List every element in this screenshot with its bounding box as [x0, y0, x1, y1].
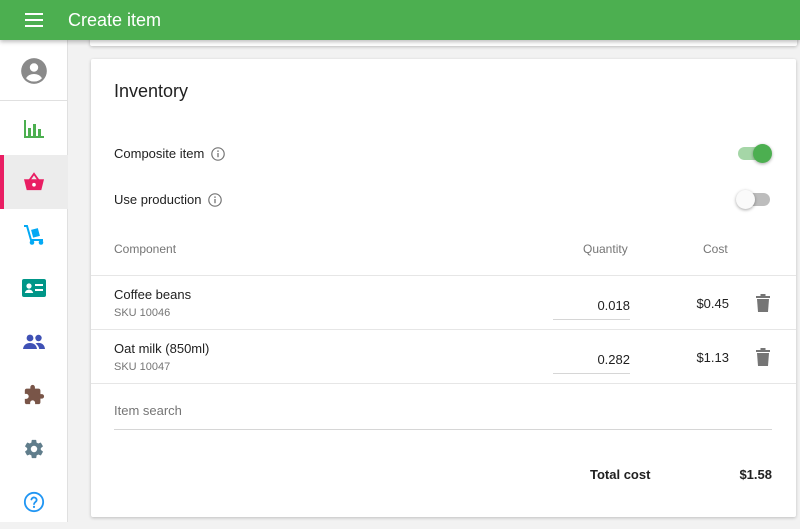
component-cost: $0.45	[696, 296, 729, 311]
people-icon	[23, 334, 45, 349]
account-circle-icon	[21, 58, 47, 84]
row-divider	[91, 329, 796, 330]
row-divider	[91, 383, 796, 384]
help-circle-icon	[23, 491, 45, 513]
column-header-cost: Cost	[703, 242, 728, 256]
delete-component-button[interactable]	[753, 346, 773, 368]
total-cost-value: $1.58	[739, 467, 772, 482]
trash-icon	[756, 294, 770, 312]
quantity-input[interactable]: 0.018	[553, 292, 630, 320]
component-name: Coffee beans	[114, 287, 192, 302]
app-bar: Create item	[0, 0, 800, 40]
sidebar-item-integrations[interactable]	[0, 368, 68, 422]
composite-item-setting: Composite item	[114, 146, 226, 161]
menu-button[interactable]	[0, 0, 68, 40]
inventory-card: Inventory Composite item Use production	[91, 59, 796, 517]
id-card-icon	[22, 279, 46, 297]
item-search-input[interactable]	[114, 392, 772, 430]
row-divider	[91, 275, 796, 276]
inventory-title: Inventory	[114, 81, 189, 101]
puzzle-icon	[24, 384, 45, 405]
sidebar-item-employees[interactable]	[0, 315, 68, 369]
trash-icon	[756, 348, 770, 366]
sidebar-item-account[interactable]	[0, 44, 68, 98]
column-header-component: Component	[114, 242, 177, 256]
component-name: Oat milk (850ml)	[114, 341, 210, 356]
component-sku: SKU 10046	[114, 307, 171, 319]
composite-item-label: Composite item	[114, 146, 205, 161]
sidebar-item-inventory[interactable]	[0, 208, 68, 262]
dolly-icon	[24, 225, 44, 245]
use-production-setting: Use production	[114, 192, 223, 207]
delete-component-button[interactable]	[753, 292, 773, 314]
use-production-toggle[interactable]	[736, 189, 772, 211]
gear-icon	[25, 439, 43, 459]
sidebar-item-reports[interactable]	[0, 102, 68, 156]
sidebar-divider	[0, 100, 68, 101]
sidebar	[0, 40, 68, 522]
toggle-thumb	[753, 144, 772, 163]
component-sku: SKU 10047	[114, 361, 171, 373]
sidebar-item-customers[interactable]	[0, 261, 68, 315]
sidebar-item-settings[interactable]	[0, 422, 68, 476]
hamburger-menu-icon	[25, 13, 43, 27]
composite-item-toggle[interactable]	[736, 143, 772, 165]
info-icon[interactable]	[211, 146, 226, 161]
column-header-quantity: Quantity	[583, 242, 628, 256]
component-cost: $1.13	[696, 350, 729, 365]
sidebar-item-items[interactable]	[0, 155, 68, 209]
bar-chart-icon	[24, 120, 44, 138]
sidebar-item-help[interactable]	[0, 475, 68, 529]
basket-icon	[24, 172, 44, 191]
toggle-thumb	[736, 190, 755, 209]
quantity-input[interactable]: 0.282	[553, 346, 630, 374]
total-cost-label: Total cost	[590, 467, 651, 482]
info-icon[interactable]	[208, 192, 223, 207]
use-production-label: Use production	[114, 192, 202, 207]
page-title: Create item	[68, 9, 162, 30]
